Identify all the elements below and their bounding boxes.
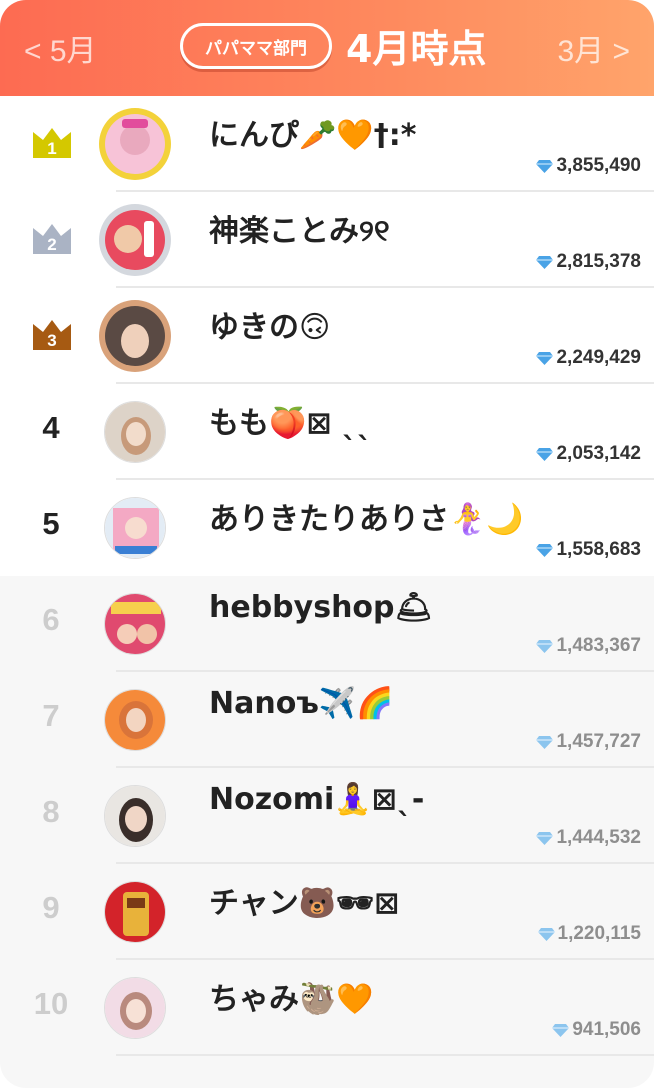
rank-number: 9 bbox=[42, 890, 60, 925]
period-title: 4月時点 bbox=[346, 27, 487, 71]
user-name: もも🍑⊠ ˎˎ bbox=[209, 406, 372, 441]
score: 2,815,378 bbox=[535, 251, 641, 273]
crown-icon: 2 bbox=[32, 222, 72, 256]
avatar[interactable] bbox=[104, 593, 166, 655]
diamond-icon bbox=[536, 543, 554, 557]
ranking-header: < 5月 パパママ部門 4月時点 3月 > bbox=[0, 0, 654, 96]
rank-number: 2 bbox=[47, 235, 57, 254]
ranking-card: < 5月 パパママ部門 4月時点 3月 > 1 にんぴ🥕🧡†:* 3,855,4… bbox=[0, 0, 654, 1088]
row-divider bbox=[116, 1054, 654, 1056]
score: 1,483,367 bbox=[535, 635, 641, 657]
user-name: ゆきの🙃 bbox=[209, 310, 331, 345]
next-month-link[interactable]: 3月 > bbox=[557, 26, 630, 70]
avatar[interactable] bbox=[104, 401, 166, 463]
diamond-icon bbox=[536, 831, 554, 845]
avatar[interactable] bbox=[98, 107, 172, 181]
avatar[interactable] bbox=[104, 497, 166, 559]
ranking-list: 1 にんぴ🥕🧡†:* 3,855,490 2 神楽ことみ୨୧ 2,815,378… bbox=[0, 96, 654, 1056]
score: 941,506 bbox=[551, 1019, 641, 1041]
user-name: Nozomi🧘‍♀️⊠ˎ- bbox=[209, 782, 425, 817]
ranking-row[interactable]: 6 hebbyshop🛎 1,483,367 bbox=[0, 576, 654, 672]
score-value: 2,249,429 bbox=[556, 347, 641, 368]
avatar[interactable] bbox=[104, 881, 166, 943]
user-name: にんぴ🥕🧡†:* bbox=[209, 118, 417, 153]
crown-icon: 1 bbox=[32, 126, 72, 160]
user-name: Nanoъ✈️🌈 bbox=[209, 686, 394, 721]
ranking-row[interactable]: 8 Nozomi🧘‍♀️⊠ˎ- 1,444,532 bbox=[0, 768, 654, 864]
avatar[interactable] bbox=[98, 299, 172, 373]
diamond-icon bbox=[536, 255, 554, 269]
rank-number: 10 bbox=[33, 986, 69, 1021]
score-value: 1,457,727 bbox=[556, 731, 641, 752]
avatar[interactable] bbox=[104, 785, 166, 847]
user-name: ちゃみ🦥🧡 bbox=[209, 982, 374, 1017]
ranking-row[interactable]: 1 にんぴ🥕🧡†:* 3,855,490 bbox=[0, 96, 654, 192]
diamond-icon bbox=[537, 927, 555, 941]
score: 3,855,490 bbox=[535, 155, 641, 177]
score: 1,558,683 bbox=[535, 539, 641, 561]
score-value: 1,220,115 bbox=[557, 923, 641, 944]
score: 1,444,532 bbox=[535, 827, 641, 849]
ranking-row[interactable]: 9 チャン🐻🕶⊠ 1,220,115 bbox=[0, 864, 654, 960]
score: 2,053,142 bbox=[535, 443, 641, 465]
ranking-row[interactable]: 2 神楽ことみ୨୧ 2,815,378 bbox=[0, 192, 654, 288]
diamond-icon bbox=[536, 159, 554, 173]
user-name: ありきたりありさ🧜‍♀️🌙 bbox=[209, 502, 524, 537]
ranking-row[interactable]: 5 ありきたりありさ🧜‍♀️🌙 1,558,683 bbox=[0, 480, 654, 576]
score: 2,249,429 bbox=[535, 347, 641, 369]
diamond-icon bbox=[552, 1023, 570, 1037]
rank-number: 5 bbox=[42, 506, 60, 541]
ranking-row[interactable]: 4 もも🍑⊠ ˎˎ 2,053,142 bbox=[0, 384, 654, 480]
rank-number: 4 bbox=[42, 410, 60, 445]
ranking-row[interactable]: 3 ゆきの🙃 2,249,429 bbox=[0, 288, 654, 384]
diamond-icon bbox=[536, 351, 554, 365]
avatar[interactable] bbox=[98, 203, 172, 277]
rank-number: 7 bbox=[42, 698, 60, 733]
user-name: hebbyshop🛎 bbox=[209, 590, 433, 625]
user-name: 神楽ことみ୨୧ bbox=[209, 214, 390, 249]
user-name: チャン🐻🕶⊠ bbox=[209, 886, 400, 921]
score-value: 1,444,532 bbox=[556, 827, 641, 848]
score: 1,220,115 bbox=[537, 923, 641, 945]
diamond-icon bbox=[536, 639, 554, 653]
score-value: 2,053,142 bbox=[556, 443, 641, 464]
rank-number: 6 bbox=[42, 602, 60, 637]
rank-number: 3 bbox=[47, 331, 57, 350]
avatar[interactable] bbox=[104, 689, 166, 751]
score-value: 1,483,367 bbox=[556, 635, 641, 656]
prev-month-link[interactable]: < 5月 bbox=[24, 26, 97, 70]
avatar[interactable] bbox=[104, 977, 166, 1039]
rank-number: 8 bbox=[42, 794, 60, 829]
diamond-icon bbox=[536, 447, 554, 461]
rank-number: 1 bbox=[47, 139, 57, 158]
crown-icon: 3 bbox=[32, 318, 72, 352]
score-value: 941,506 bbox=[572, 1019, 641, 1040]
category-badge[interactable]: パパママ部門 bbox=[180, 23, 332, 69]
score: 1,457,727 bbox=[535, 731, 641, 753]
ranking-row[interactable]: 10 ちゃみ🦥🧡 941,506 bbox=[0, 960, 654, 1056]
diamond-icon bbox=[536, 735, 554, 749]
score-value: 2,815,378 bbox=[556, 251, 641, 272]
ranking-row[interactable]: 7 Nanoъ✈️🌈 1,457,727 bbox=[0, 672, 654, 768]
score-value: 3,855,490 bbox=[556, 155, 641, 176]
score-value: 1,558,683 bbox=[556, 539, 641, 560]
